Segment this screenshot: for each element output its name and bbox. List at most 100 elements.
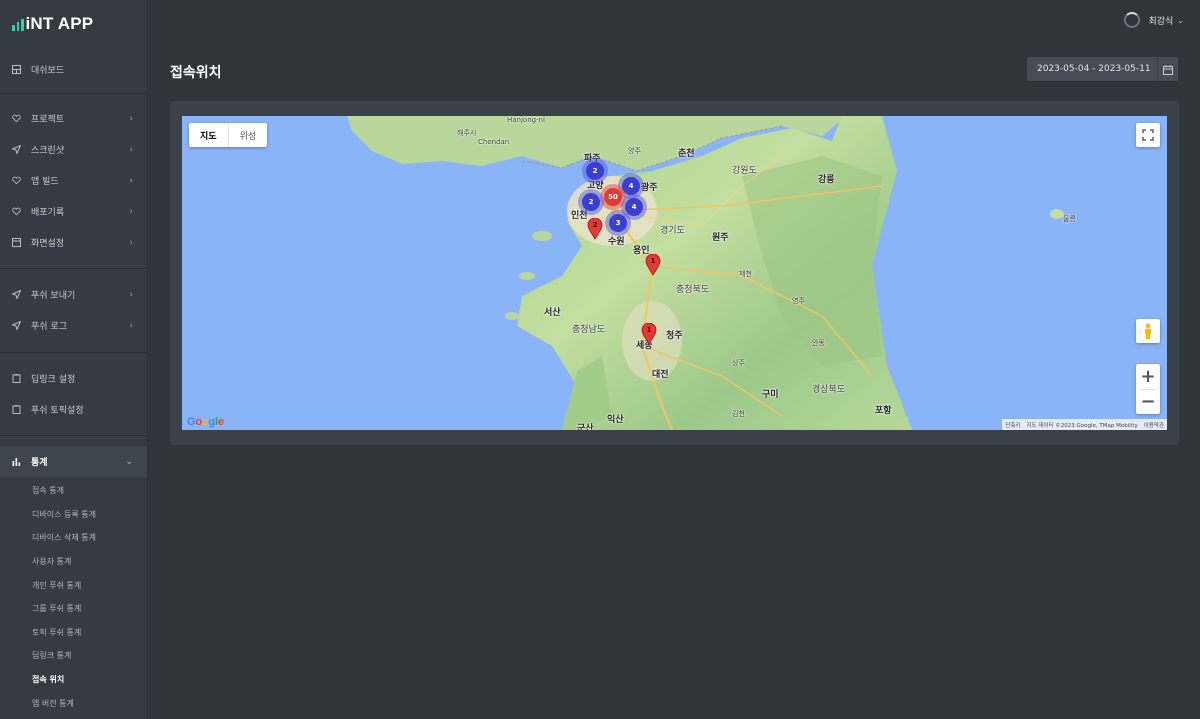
sidebar-item-label: 딥링크 설정 [31, 375, 76, 385]
location-pin[interactable]: 1 [641, 322, 657, 345]
sidebar-item-push-send[interactable]: 푸쉬 보내기 › [0, 279, 147, 310]
map-label: 상주 [732, 359, 745, 367]
chevron-right-icon: › [129, 206, 133, 217]
zoom-out-button[interactable]: − [1136, 390, 1160, 415]
map-label: 수원 [608, 237, 625, 247]
calendar-icon [1163, 60, 1173, 79]
street-view-button[interactable] [1136, 319, 1160, 343]
dashboard-icon [12, 65, 21, 74]
map-label: 구미 [762, 390, 779, 400]
chevron-right-icon: › [129, 144, 133, 155]
map-label: 인천 [571, 211, 588, 221]
submenu-item-topic-push-stats[interactable]: 토픽 푸쉬 통계 [0, 621, 147, 645]
sidebar-item-project[interactable]: 프로젝트 › [0, 103, 147, 134]
user-menu[interactable]: 최강식 ⌄ [1124, 12, 1184, 28]
nav-group-stats: 통계 ⌄ 접속 통계 디바이스 등록 통계 디바이스 삭제 통계 사용자 통계 … [0, 436, 147, 715]
sidebar-item-push-log[interactable]: 푸쉬 로그 › [0, 310, 147, 341]
cluster-marker[interactable]: 3 [609, 214, 627, 232]
sidebar-item-screenshot[interactable]: 스크린샷 › [0, 134, 147, 165]
map-label: 충청남도 [572, 325, 606, 335]
submenu-item-device-delete-stats[interactable]: 디바이스 삭제 통계 [0, 526, 147, 550]
cluster-marker[interactable]: 4 [625, 198, 643, 216]
sidebar-item-push-topic-settings[interactable]: 푸쉬 토픽설정 [0, 394, 147, 425]
pegman-icon [1145, 323, 1151, 339]
map-card: Hanjong-ni 해주시 Chondan 파주 춘천 강원도 강릉 고양 인… [170, 101, 1179, 445]
pin-count: 2 [592, 221, 598, 229]
fullscreen-button[interactable] [1136, 123, 1160, 147]
google-map[interactable]: Hanjong-ni 해주시 Chondan 파주 춘천 강원도 강릉 고양 인… [182, 116, 1167, 430]
date-range-input[interactable] [1027, 57, 1157, 81]
map-label: 충청북도 [676, 285, 710, 295]
submenu-item-access-location[interactable]: 접속 위치 [0, 668, 147, 692]
sidebar-item-dashboard[interactable]: 대쉬보드 [0, 54, 147, 85]
sidebar-item-deploy-history[interactable]: 배포기록 › [0, 196, 147, 227]
send-icon [12, 145, 21, 154]
cluster-marker[interactable]: 4 [622, 177, 640, 195]
map-label: 양주 [628, 147, 641, 155]
clipboard-icon [12, 405, 21, 414]
heart-icon [12, 114, 21, 123]
keyboard-shortcuts-link[interactable]: 단축키 [1002, 421, 1023, 429]
submenu-item-app-version-stats[interactable]: 앱 버전 통계 [0, 691, 147, 715]
tab-map[interactable]: 지도 [189, 123, 229, 147]
google-logo: Google [187, 416, 224, 428]
sidebar: iNT APP 대쉬보드 프로젝트 › 스크린샷 › 앱 빌드 › 배포기록 ›… [0, 0, 148, 719]
chevron-right-icon: › [129, 237, 133, 248]
map-label: 군산 [577, 424, 594, 430]
map-label: 서산 [544, 308, 561, 318]
send-icon [12, 290, 21, 299]
calendar-button[interactable] [1157, 57, 1178, 81]
map-label: 강릉 [818, 175, 835, 185]
heart-icon [12, 176, 21, 185]
sidebar-item-label: 푸쉬 로그 [31, 322, 67, 332]
nav-group-dashboard: 대쉬보드 [0, 48, 147, 94]
fullscreen-icon [1142, 129, 1154, 141]
chevron-right-icon: › [129, 289, 133, 300]
submenu-item-user-stats[interactable]: 사용자 통계 [0, 550, 147, 574]
minus-icon: − [1140, 391, 1156, 413]
window-icon [12, 238, 21, 247]
nav-group-project: 프로젝트 › 스크린샷 › 앱 빌드 › 배포기록 › 화면설정 › [0, 94, 147, 269]
map-type-control: 지도 위성 [189, 123, 268, 147]
submenu-item-deeplink-stats[interactable]: 딥링크 통계 [0, 644, 147, 668]
zoom-control: + − [1136, 364, 1160, 414]
heart-icon [12, 207, 21, 216]
zoom-in-button[interactable]: + [1136, 364, 1160, 389]
map-label: 울릉 [1063, 215, 1076, 223]
map-label: 경상북도 [812, 385, 846, 395]
sidebar-item-label: 푸쉬 토픽설정 [31, 406, 84, 416]
sidebar-item-deeplink-settings[interactable]: 딥링크 설정 [0, 363, 147, 394]
map-label: Hanjong-ni [507, 116, 546, 124]
cluster-marker[interactable]: 2 [582, 193, 600, 211]
sidebar-item-label: 프로젝트 [31, 115, 65, 125]
chevron-right-icon: › [129, 175, 133, 186]
plus-icon: + [1140, 365, 1156, 387]
cluster-marker[interactable]: 2 [586, 162, 604, 180]
submenu-item-access-stats[interactable]: 접속 통계 [0, 479, 147, 503]
sidebar-item-screen-settings[interactable]: 화면설정 › [0, 227, 147, 258]
sidebar-item-label: 통계 [31, 458, 48, 468]
map-label: 경기도 [660, 226, 685, 236]
location-pin[interactable]: 1 [645, 253, 661, 276]
submenu-item-personal-push-stats[interactable]: 개인 푸쉬 통계 [0, 573, 147, 597]
loading-spinner-icon [1124, 12, 1141, 28]
logo-bars-icon [12, 17, 24, 31]
sidebar-item-app-build[interactable]: 앱 빌드 › [0, 165, 147, 196]
sidebar-item-label: 대쉬보드 [31, 66, 65, 76]
send-icon [12, 321, 21, 330]
map-label: 해주시 [457, 129, 477, 137]
sidebar-item-stats[interactable]: 통계 ⌄ [0, 446, 147, 477]
map-label: 익산 [607, 415, 624, 425]
logo-text: iNT APP [25, 14, 94, 33]
sidebar-item-label: 푸쉬 보내기 [31, 291, 76, 301]
sidebar-item-label: 화면설정 [31, 239, 65, 249]
cluster-marker[interactable]: 50 [604, 188, 622, 206]
nav-group-settings: 딥링크 설정 푸쉬 토픽설정 [0, 353, 147, 436]
tab-satellite[interactable]: 위성 [229, 123, 268, 147]
location-pin[interactable]: 2 [587, 217, 603, 240]
terms-link[interactable]: 이용약관 [1141, 421, 1167, 429]
app-logo[interactable]: iNT APP [0, 0, 147, 48]
pin-count: 1 [646, 326, 652, 334]
submenu-item-group-push-stats[interactable]: 그룹 푸쉬 통계 [0, 597, 147, 621]
submenu-item-device-register-stats[interactable]: 디바이스 등록 통계 [0, 503, 147, 527]
